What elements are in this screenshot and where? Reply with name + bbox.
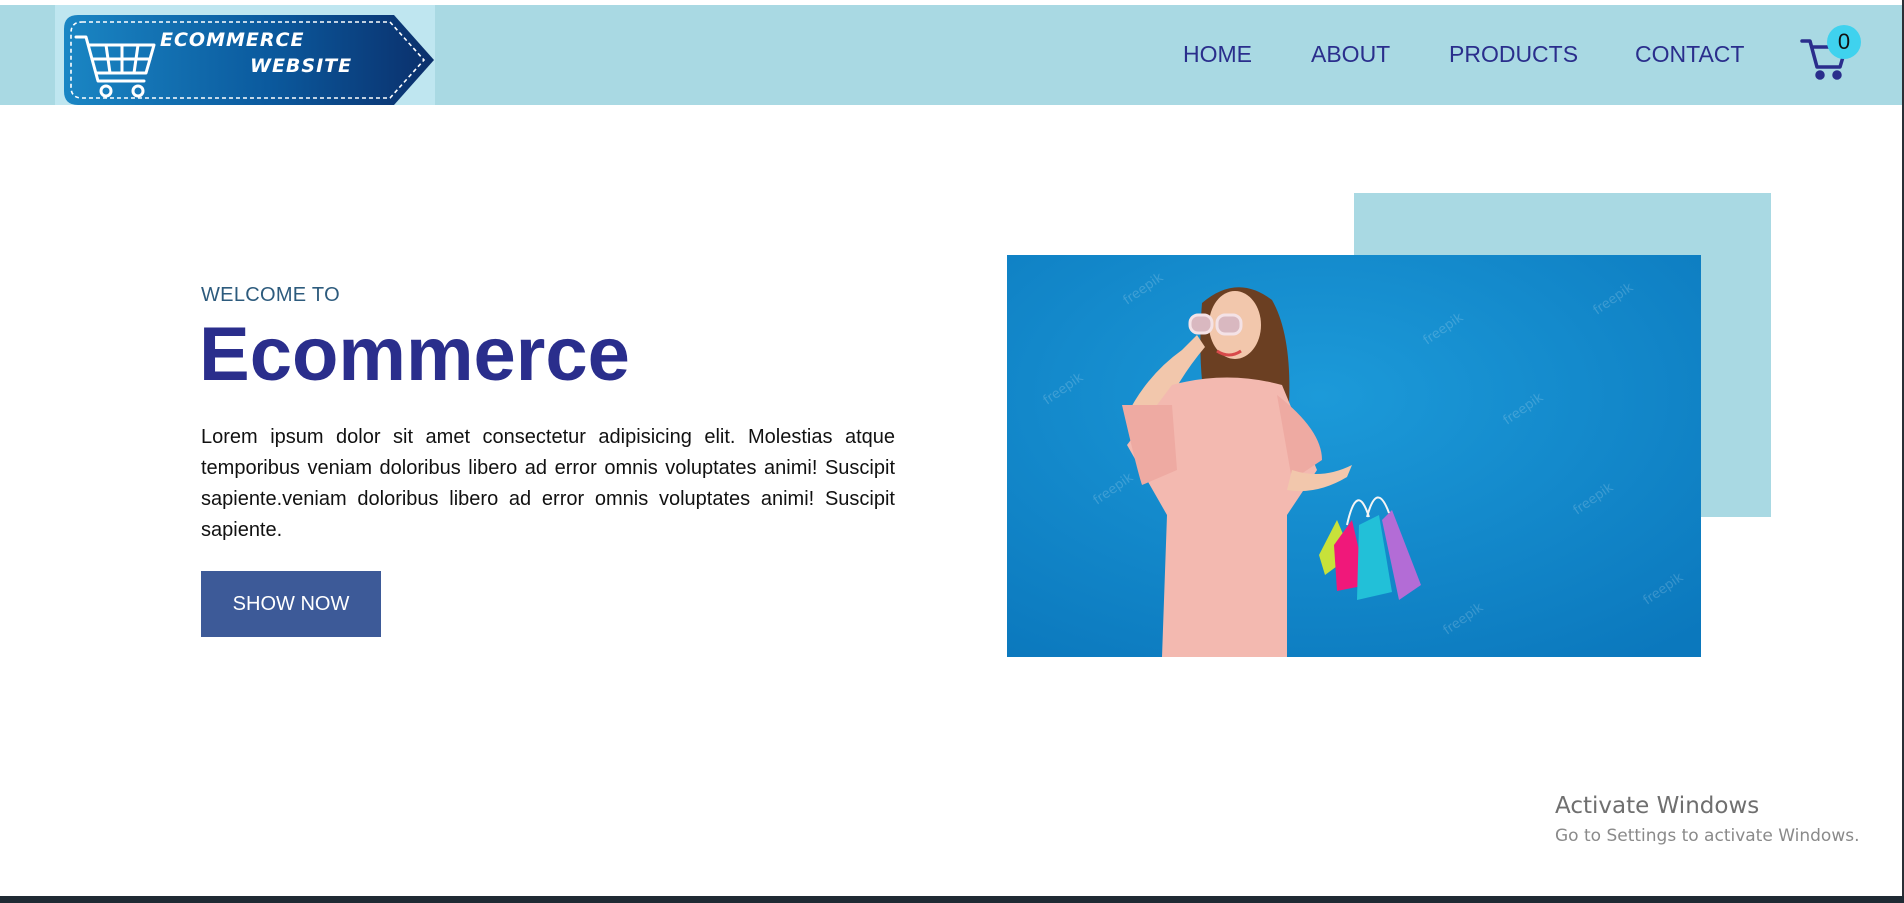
brand-name-line-2: WEBSITE — [250, 55, 353, 77]
navbar: ECOMMERCE WEBSITE HOME ABOUT PRODUCTS CO… — [0, 5, 1903, 105]
nav-contact-link[interactable]: CONTACT — [1635, 41, 1744, 68]
window-bottom-bar — [0, 896, 1904, 903]
hero-image: freepik freepik freepik freepik freepik … — [1007, 255, 1701, 657]
hero-eyebrow: WELCOME TO — [201, 284, 340, 306]
nav-products-link[interactable]: PRODUCTS — [1449, 41, 1578, 68]
nav-home-link[interactable]: HOME — [1183, 41, 1252, 68]
nav-about-link[interactable]: ABOUT — [1311, 41, 1390, 68]
shop-now-button[interactable]: SHOW NOW — [201, 571, 381, 637]
cart-count-badge: 0 — [1827, 25, 1861, 59]
hero-description: Lorem ipsum dolor sit amet consectetur a… — [201, 426, 895, 541]
hero-title: Ecommerce — [199, 312, 630, 397]
brand-name-line-1: ECOMMERCE — [160, 29, 305, 51]
windows-activation-title: Activate Windows — [1555, 793, 1760, 819]
windows-activation-subtitle: Go to Settings to activate Windows. — [1555, 826, 1860, 846]
